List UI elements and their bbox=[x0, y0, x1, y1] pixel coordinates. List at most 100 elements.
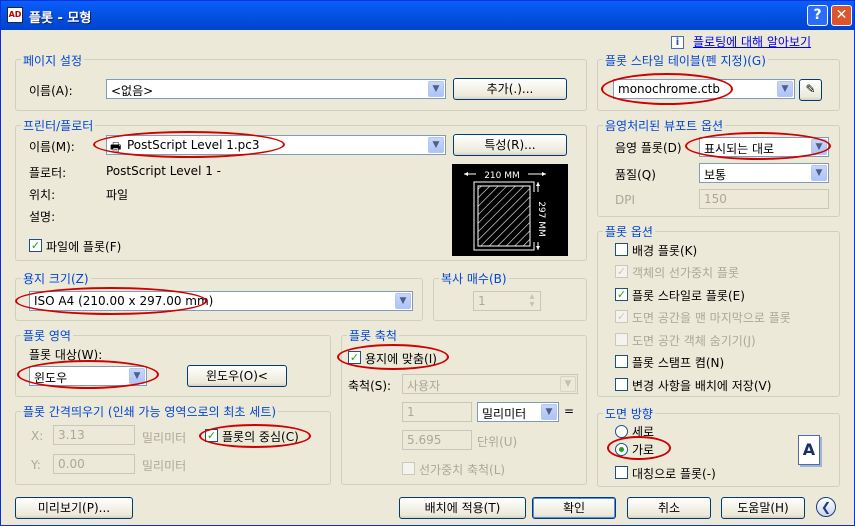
page-setup-name-label: 이름(A): bbox=[29, 84, 73, 98]
fit-to-paper-label: 용지에 맞춤(I) bbox=[365, 352, 437, 366]
scale-label: 축척(S): bbox=[348, 379, 392, 393]
shade-plot-value: 표시되는 대로 bbox=[704, 142, 775, 156]
hide-paperspace-objects-checkbox[interactable] bbox=[615, 333, 628, 346]
paper-size-label: 용지 크기(Z) bbox=[21, 270, 91, 287]
chevron-down-icon: ▼ bbox=[428, 81, 444, 97]
plot-lineweights-label: 객체의 선가중치 플롯 bbox=[632, 266, 739, 280]
plot-stamp-label: 플롯 스탬프 켬(N) bbox=[632, 356, 725, 370]
plot-scale-label: 플롯 축척 bbox=[347, 327, 399, 344]
background-plot-label: 배경 플롯(K) bbox=[632, 244, 698, 258]
plot-style-table-select[interactable]: monochrome.ctb ▼ bbox=[613, 79, 795, 99]
scale-value-1-input[interactable]: 1 bbox=[402, 402, 472, 422]
page-setup-name-select[interactable]: <없음> ▼ bbox=[106, 79, 446, 99]
landscape-label: 가로 bbox=[632, 443, 655, 457]
edit-style-table-button[interactable]: ✎ bbox=[799, 79, 822, 101]
save-to-layout-checkbox[interactable] bbox=[615, 378, 628, 391]
spin-up-icon[interactable]: ▲ bbox=[525, 293, 539, 301]
autocad-app-icon: AD bbox=[7, 7, 23, 23]
scale-value-2-input[interactable]: 5.695 bbox=[402, 430, 472, 450]
properties-button[interactable]: 특성(R)... bbox=[453, 134, 567, 156]
plot-upside-down-checkbox[interactable] bbox=[615, 466, 628, 479]
plot-stamp-checkbox[interactable] bbox=[615, 355, 628, 368]
help-title-button[interactable]: ? bbox=[807, 5, 828, 26]
plotter-label: 플로터: bbox=[29, 166, 67, 180]
chevron-down-icon: ▼ bbox=[541, 404, 557, 420]
copies-value: 1 bbox=[478, 294, 486, 308]
scale-lineweights-checkbox[interactable] bbox=[402, 462, 415, 475]
offset-y-unit: 밀리미터 bbox=[142, 459, 187, 473]
add-page-setup-button[interactable]: 추가(.)... bbox=[453, 78, 567, 100]
plot-what-select[interactable]: 윈도우 ▼ bbox=[29, 366, 147, 386]
copies-label: 복사 매수(B) bbox=[439, 270, 509, 287]
plot-with-styles-checkbox[interactable]: ✓ bbox=[615, 288, 628, 301]
plotter-value: PostScript Level 1 - bbox=[106, 164, 221, 178]
paper-size-select[interactable]: ISO A4 (210.00 x 297.00 mm) ▼ bbox=[29, 291, 413, 311]
hide-paperspace-objects-label: 도면 공간 객체 숨기기(J) bbox=[632, 334, 756, 348]
pencil-icon: ✎ bbox=[805, 82, 816, 96]
orientation-label: 도면 방향 bbox=[603, 405, 655, 422]
printer-icon: 🖶 bbox=[110, 140, 122, 154]
scale-lineweights-label: 선가중치 축척(L) bbox=[419, 463, 506, 477]
offset-x-label: X: bbox=[31, 429, 44, 443]
offset-y-input[interactable]: 0.00 bbox=[53, 454, 135, 474]
offset-x-unit: 밀리미터 bbox=[142, 431, 187, 445]
dpi-input[interactable]: 150 bbox=[699, 189, 829, 209]
quality-label: 품질(Q) bbox=[615, 168, 656, 182]
orientation-preview-icon: A bbox=[798, 435, 820, 465]
scale-select[interactable]: 사용자 ▼ bbox=[402, 374, 578, 394]
printer-name-label: 이름(M): bbox=[29, 140, 75, 154]
printer-name-value: PostScript Level 1.pc3 bbox=[127, 138, 260, 152]
printer-name-select[interactable]: 🖶 PostScript Level 1.pc3 ▼ bbox=[106, 135, 446, 155]
paper-preview-graphic: 210 MM 297 MM bbox=[464, 168, 546, 251]
cancel-button[interactable]: 취소 bbox=[627, 497, 711, 519]
title-bar[interactable]: AD 플롯 - 모형 ? ✕ bbox=[1, 1, 854, 30]
plot-to-file-checkbox[interactable]: ✓ bbox=[29, 239, 42, 252]
dpi-label: DPI bbox=[615, 193, 636, 207]
paper-height-label: 297 MM bbox=[536, 201, 546, 237]
scale-value: 사용자 bbox=[407, 379, 441, 393]
fit-to-paper-checkbox[interactable]: ✓ bbox=[348, 351, 361, 364]
chevron-down-icon: ▼ bbox=[395, 293, 411, 309]
plot-paperspace-last-label: 도면 공간을 맨 마지막으로 플롯 bbox=[632, 311, 791, 325]
quality-value: 보통 bbox=[704, 168, 727, 182]
save-to-layout-label: 변경 사항을 배치에 저장(V) bbox=[632, 379, 772, 393]
page-setup-label: 페이지 설정 bbox=[21, 52, 85, 69]
scale-unit-select[interactable]: 밀리미터 ▼ bbox=[477, 402, 559, 422]
background-plot-checkbox[interactable] bbox=[615, 243, 628, 256]
equals-sign: = bbox=[564, 404, 575, 418]
preview-button[interactable]: 미리보기(P)... bbox=[15, 497, 133, 519]
close-button[interactable]: ✕ bbox=[831, 5, 852, 26]
shaded-viewport-label: 음영처리된 뷰포트 옵션 bbox=[603, 117, 726, 134]
offset-y-label: Y: bbox=[31, 458, 41, 472]
offset-x-input[interactable]: 3.13 bbox=[53, 425, 135, 445]
spin-down-icon[interactable]: ▼ bbox=[525, 301, 539, 309]
printer-group-label: 프린터/플로터 bbox=[21, 117, 96, 134]
quality-select[interactable]: 보통 ▼ bbox=[699, 163, 829, 183]
location-label: 위치: bbox=[29, 188, 56, 202]
center-plot-checkbox[interactable]: ✓ bbox=[205, 429, 218, 442]
portrait-radio[interactable] bbox=[615, 425, 628, 438]
location-value: 파일 bbox=[106, 188, 129, 202]
landscape-radio[interactable] bbox=[615, 443, 628, 456]
window-title: 플롯 - 모형 bbox=[29, 11, 92, 26]
apply-to-layout-button[interactable]: 배치에 적용(T) bbox=[399, 497, 526, 519]
page-setup-name-value: <없음> bbox=[111, 84, 154, 98]
copies-input[interactable]: 1 ▲ ▼ bbox=[473, 291, 541, 311]
plot-what-value: 윈도우 bbox=[34, 371, 68, 385]
help-link[interactable]: 플로팅에 대해 알아보기 bbox=[693, 33, 811, 50]
shade-plot-select[interactable]: 표시되는 대로 ▼ bbox=[699, 137, 829, 157]
paper-preview: 210 MM 297 MM bbox=[452, 164, 568, 256]
paper-size-value: ISO A4 (210.00 x 297.00 mm) bbox=[34, 294, 214, 308]
window-select-button[interactable]: 윈도우(O)< bbox=[187, 365, 287, 387]
ok-button[interactable]: 확인 bbox=[532, 497, 616, 519]
plot-lineweights-checkbox[interactable]: ✓ bbox=[615, 265, 628, 278]
plot-dialog: AD 플롯 - 모형 ? ✕ i 플로팅에 대해 알아보기 페이지 설정 이름(… bbox=[0, 0, 855, 526]
plot-paperspace-last-checkbox[interactable]: ✓ bbox=[615, 310, 628, 323]
plot-options-label: 플롯 옵션 bbox=[603, 223, 655, 240]
collapse-options-icon[interactable]: ❮ bbox=[816, 497, 836, 517]
chevron-down-icon: ▼ bbox=[560, 376, 576, 392]
center-plot-label: 플롯의 중심(C) bbox=[222, 430, 299, 444]
help-button[interactable]: 도움말(H) bbox=[721, 497, 805, 519]
plot-style-table-value: monochrome.ctb bbox=[618, 82, 720, 96]
plot-with-styles-label: 플롯 스타일로 플롯(E) bbox=[632, 289, 745, 303]
